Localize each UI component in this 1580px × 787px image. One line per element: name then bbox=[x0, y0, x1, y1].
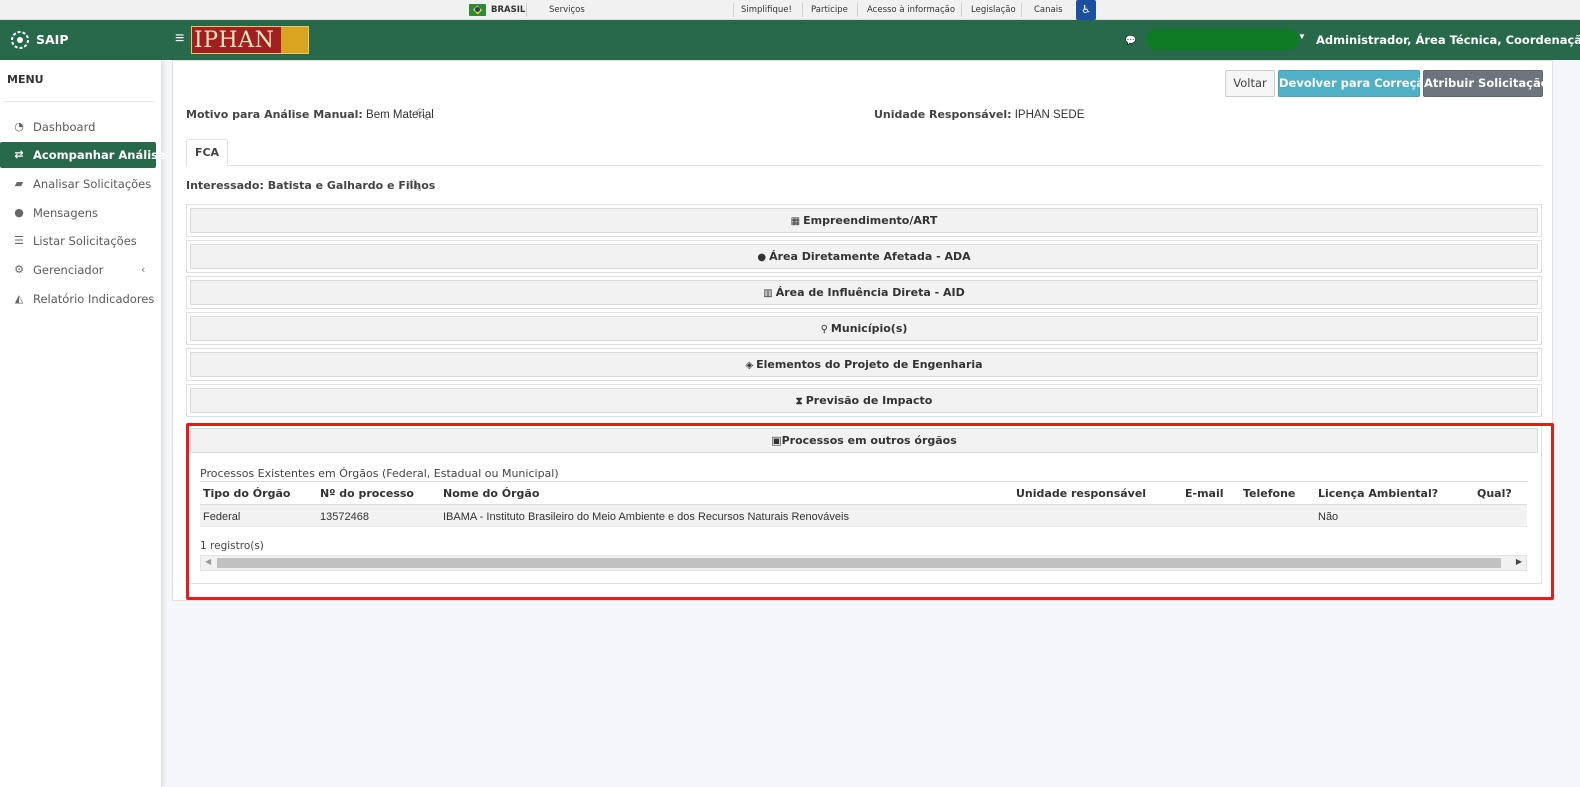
accordion-label: Elementos do Projeto de Engenharia bbox=[756, 358, 983, 371]
divider bbox=[526, 3, 527, 17]
sidebar-item-gerenciador[interactable]: ⚙ Gerenciador ‹ bbox=[0, 257, 156, 283]
sidebar-item-label: Listar Solicitações bbox=[33, 234, 137, 248]
unidade-label: Unidade Responsável: bbox=[874, 108, 1012, 121]
iphan-logo: IPHAN bbox=[191, 26, 309, 54]
caret-down-icon[interactable]: ▼ bbox=[1298, 32, 1306, 41]
tab-bar bbox=[186, 165, 1542, 166]
accordion-header[interactable]: ▦ Empreendimento/ART bbox=[190, 208, 1538, 233]
search-icon[interactable]: 🔍︎ bbox=[415, 108, 429, 121]
divider bbox=[4, 101, 154, 102]
motivo-label: Motivo para Análise Manual: bbox=[186, 108, 363, 121]
exchange-icon: ⇄ bbox=[14, 148, 24, 161]
motivo-info: Motivo para Análise Manual: Bem Material bbox=[186, 108, 434, 121]
gov-link-acesso[interactable]: Acesso à informação bbox=[867, 5, 955, 15]
sidebar-item-label: Analisar Solicitações bbox=[33, 177, 152, 191]
sidebar-item-analisar-solicitacoes[interactable]: ▰ Analisar Solicitações bbox=[0, 171, 156, 197]
chevron-left-icon: ‹ bbox=[141, 263, 146, 276]
list-icon: ☰ bbox=[14, 234, 24, 247]
map-icon: ▥ bbox=[763, 288, 773, 299]
divider bbox=[857, 3, 858, 17]
divider bbox=[733, 3, 734, 17]
tab-fca[interactable]: FCA bbox=[186, 139, 228, 166]
assign-request-button[interactable]: Atribuir Solicitação bbox=[1423, 70, 1549, 97]
hamburger-menu-icon[interactable]: ≡ bbox=[175, 30, 184, 48]
sidebar-item-acompanhar-analise[interactable]: ⇄ Acompanhar Análise bbox=[0, 142, 166, 168]
accordion-municipios[interactable]: ⚲ Município(s) bbox=[186, 312, 1542, 345]
brand[interactable]: SAIP bbox=[0, 20, 162, 60]
hourglass-icon: ⧗ bbox=[795, 396, 803, 407]
accordion-header[interactable]: ◈ Elementos do Projeto de Engenharia bbox=[190, 352, 1538, 377]
sidebar-item-relatorio-indicadores[interactable]: ◭ Relatório Indicadores bbox=[0, 286, 156, 312]
sidebar-item-label: Mensagens bbox=[33, 206, 98, 220]
brazil-flag-icon[interactable] bbox=[469, 4, 486, 16]
gov-services-link[interactable]: Serviços bbox=[549, 5, 585, 15]
sidebar-item-mensagens[interactable]: ● Mensagens bbox=[0, 200, 156, 226]
accordion-elementos-projeto[interactable]: ◈ Elementos do Projeto de Engenharia bbox=[186, 348, 1542, 381]
highlight-box bbox=[186, 423, 1554, 600]
accordion-label: Área de Influência Direta - AID bbox=[775, 286, 965, 299]
accordion-ada[interactable]: ● Área Diretamente Afetada - ADA bbox=[186, 240, 1542, 273]
divider bbox=[961, 3, 962, 17]
saip-logo-icon bbox=[9, 29, 31, 51]
app-name: SAIP bbox=[36, 32, 69, 47]
user-selector[interactable] bbox=[1146, 29, 1299, 50]
interessado-label: Interessado: Batista e Galhardo e Filhos bbox=[186, 179, 436, 192]
book-icon: ▰ bbox=[14, 177, 24, 190]
gov-link-canais[interactable]: Canais bbox=[1034, 5, 1063, 15]
building-icon: ▦ bbox=[790, 216, 801, 227]
accordion-previsao-impacto[interactable]: ⧗ Previsão de Impacto bbox=[186, 384, 1542, 417]
iphan-logo-text: IPHAN bbox=[194, 28, 275, 53]
sidebar-item-label: Acompanhar Análise bbox=[33, 148, 166, 162]
sidebar-item-listar-solicitacoes[interactable]: ☰ Listar Solicitações bbox=[0, 228, 156, 254]
comments-icon: ● bbox=[14, 206, 24, 219]
sidebar-item-dashboard[interactable]: ◔ Dashboard bbox=[0, 114, 156, 140]
divider bbox=[1021, 3, 1022, 17]
accordion-header[interactable]: ● Área Diretamente Afetada - ADA bbox=[190, 244, 1538, 269]
accordion-label: Empreendimento/ART bbox=[803, 214, 938, 227]
gov-link-simplifique[interactable]: Simplifique! bbox=[741, 5, 792, 15]
gov-bar: BRASIL Serviços Simplifique! Participe A… bbox=[0, 0, 1580, 20]
accordion-header[interactable]: ⧗ Previsão de Impacto bbox=[190, 388, 1538, 413]
dashboard-icon: ◔ bbox=[14, 120, 24, 133]
back-button[interactable]: Voltar bbox=[1225, 70, 1275, 97]
cubes-icon: ◈ bbox=[745, 360, 754, 371]
accordion-header[interactable]: ⚲ Município(s) bbox=[190, 316, 1538, 341]
gov-link-legislacao[interactable]: Legislação bbox=[971, 5, 1016, 15]
accordion-label: Previsão de Impacto bbox=[805, 394, 933, 407]
iphan-logo-emblem bbox=[281, 27, 308, 53]
unidade-info: Unidade Responsável: IPHAN SEDE bbox=[874, 108, 1084, 121]
search-icon[interactable]: 🔍︎ bbox=[408, 179, 422, 192]
user-role[interactable]: Administrador, Área Técnica, Coordenação… bbox=[1316, 33, 1580, 47]
gov-link-participe[interactable]: Participe bbox=[811, 5, 848, 15]
chat-icon[interactable]: 💬 bbox=[1125, 35, 1136, 46]
accordion-empreendimento[interactable]: ▦ Empreendimento/ART bbox=[186, 204, 1542, 237]
accordion-label: Município(s) bbox=[830, 322, 908, 335]
top-navbar: ≡ IPHAN 💬 ▼ Administrador, Área Técnica,… bbox=[162, 20, 1580, 60]
divider bbox=[802, 3, 803, 17]
sidebar-item-label: Gerenciador bbox=[33, 263, 104, 277]
accordion-label: Área Diretamente Afetada - ADA bbox=[769, 250, 971, 263]
accordion-aid[interactable]: ▥ Área de Influência Direta - AID bbox=[186, 276, 1542, 309]
accordion-header[interactable]: ▥ Área de Influência Direta - AID bbox=[190, 280, 1538, 305]
area-chart-icon: ◭ bbox=[14, 292, 24, 305]
accessibility-icon[interactable]: ♿ bbox=[1076, 0, 1096, 20]
globe-icon: ● bbox=[757, 252, 767, 263]
unidade-value: IPHAN SEDE bbox=[1014, 109, 1085, 121]
menu-title: MENU bbox=[7, 73, 44, 86]
sidebar: MENU ◔ Dashboard ⇄ Acompanhar Análise ▰ … bbox=[0, 60, 166, 787]
sidebar-item-label: Relatório Indicadores bbox=[33, 292, 155, 306]
map-marker-icon: ⚲ bbox=[820, 324, 828, 335]
return-for-correction-button[interactable]: Devolver para Correção bbox=[1278, 70, 1432, 97]
cogs-icon: ⚙ bbox=[14, 263, 24, 276]
sidebar-item-label: Dashboard bbox=[33, 120, 96, 134]
gov-country-link[interactable]: BRASIL bbox=[491, 5, 525, 15]
